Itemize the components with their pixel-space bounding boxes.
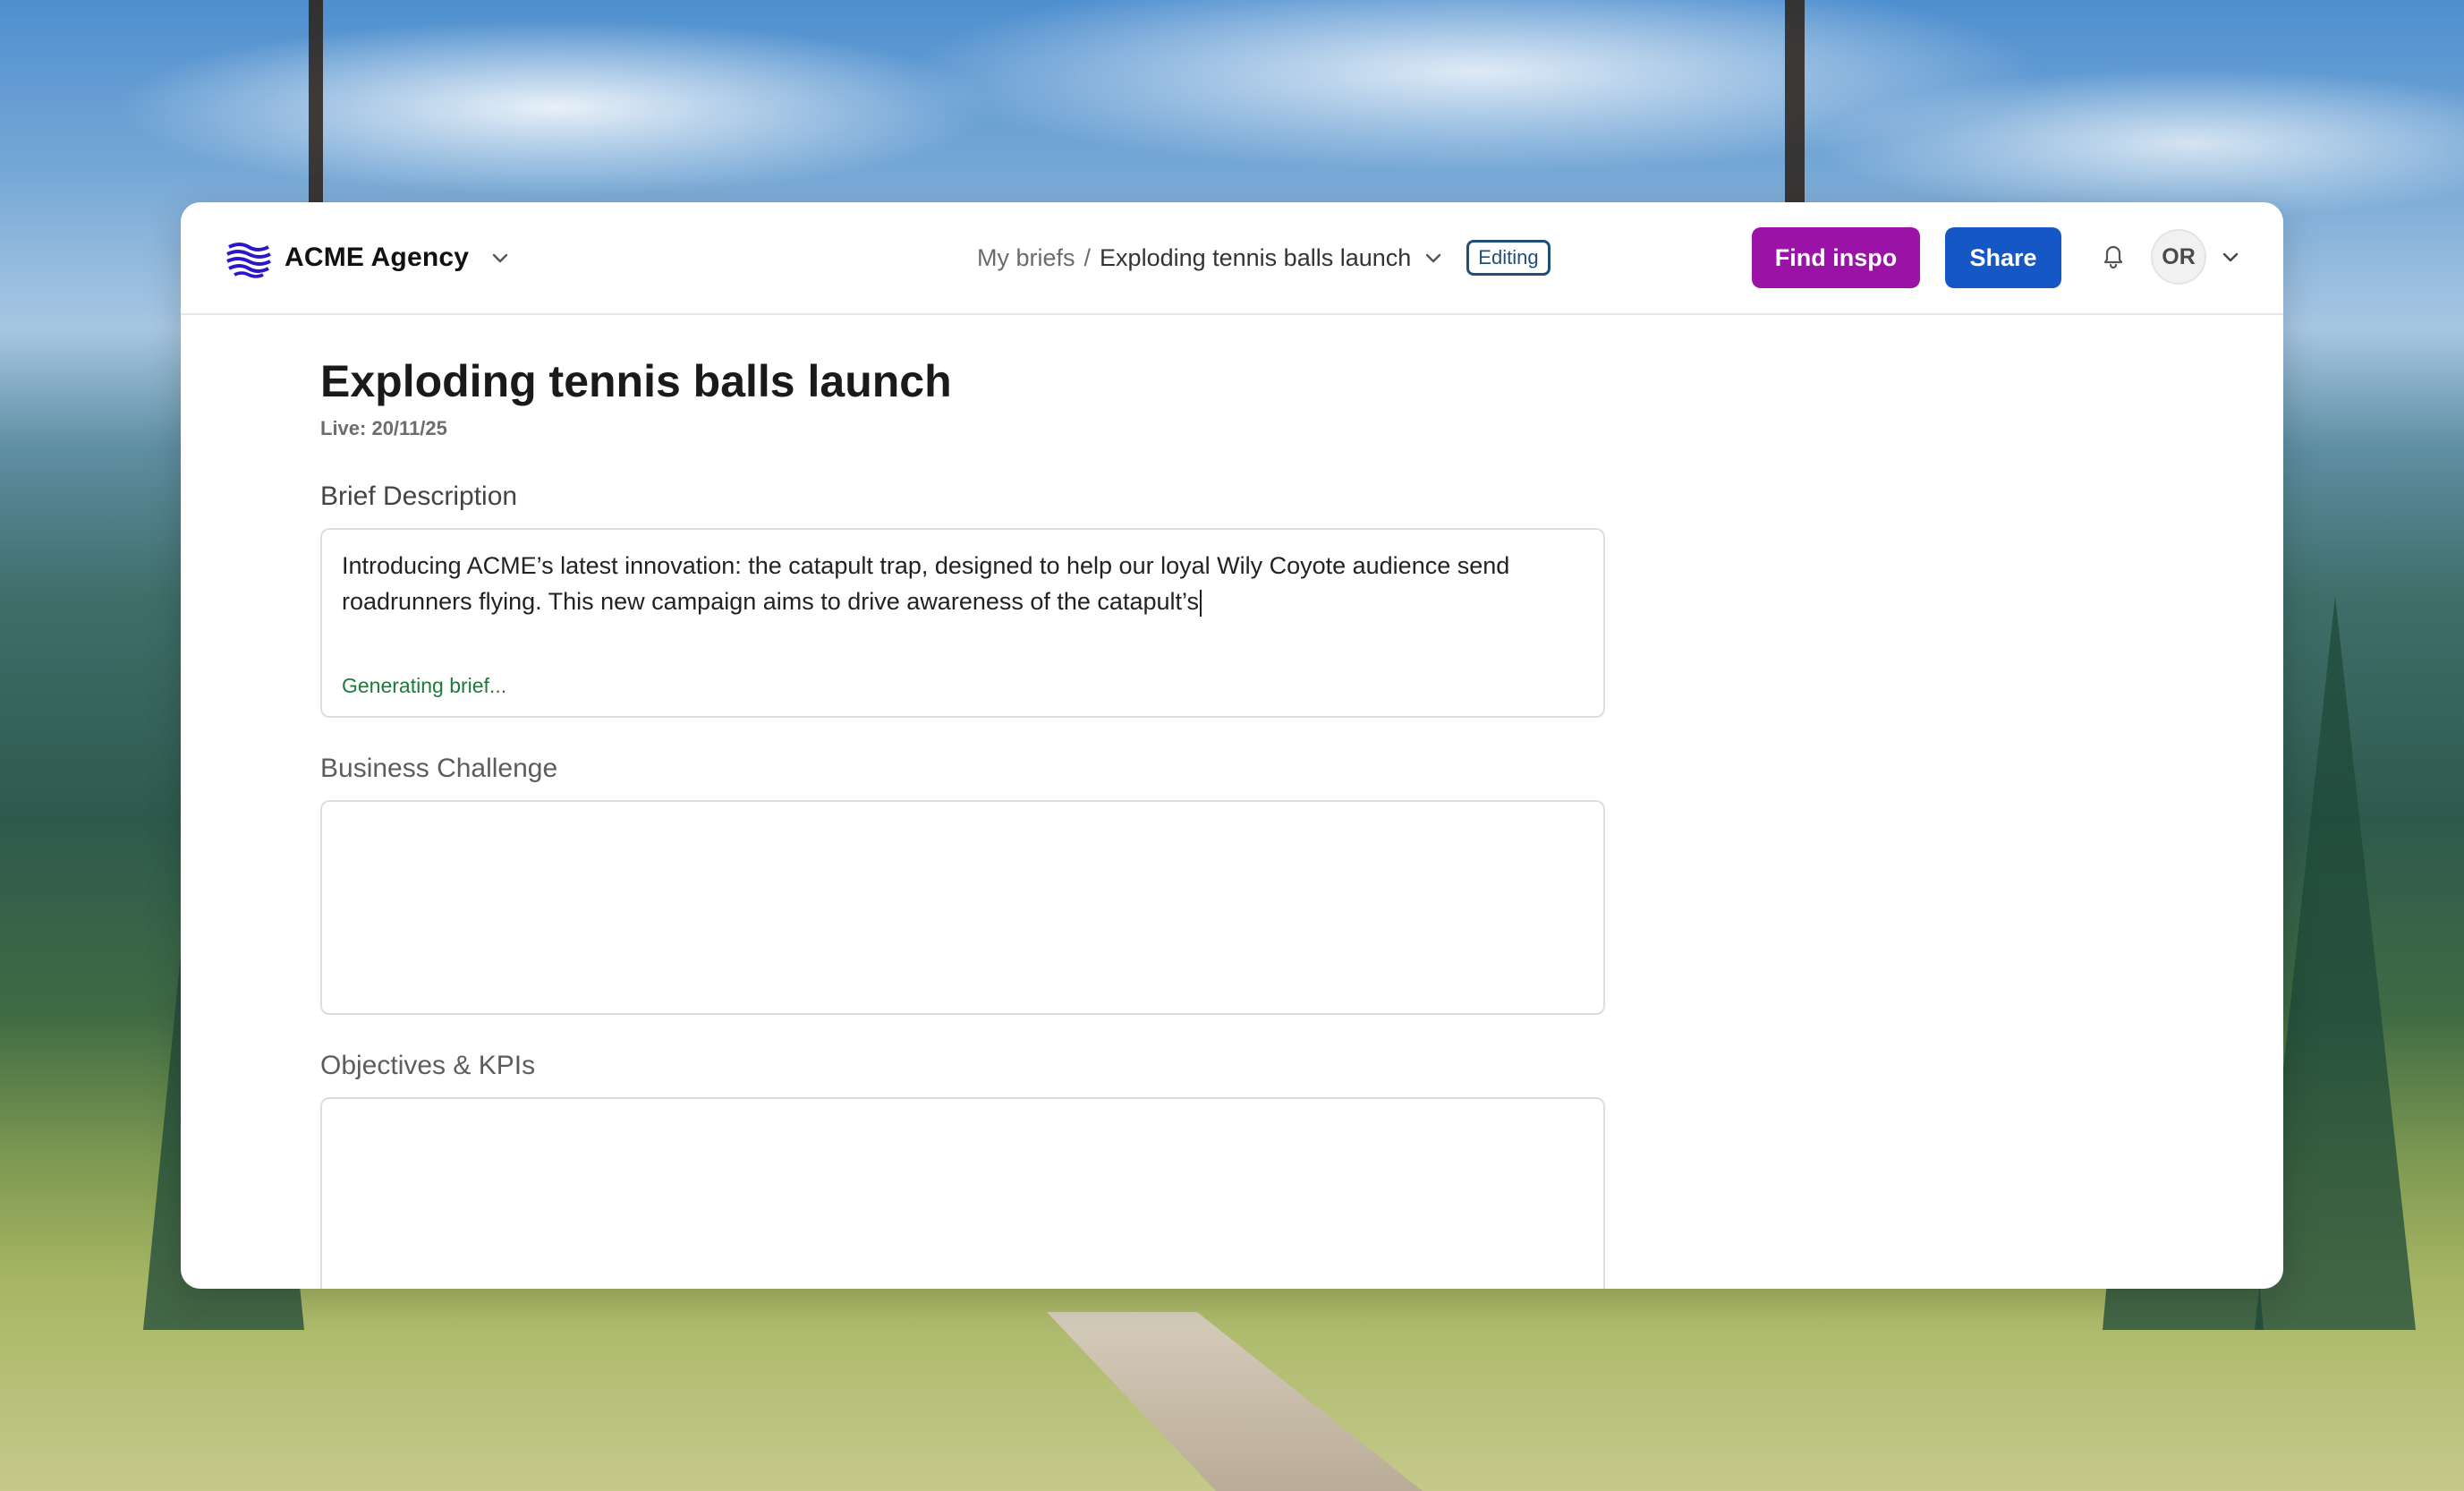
chevron-down-icon[interactable] — [2221, 247, 2240, 267]
brief-description-field[interactable]: Introducing ACME’s latest innovation: th… — [320, 528, 1605, 718]
workspace-name: ACME Agency — [285, 243, 470, 272]
page-title: Exploding tennis balls launch — [320, 356, 952, 406]
brief-description-label: Brief Description — [320, 481, 518, 511]
avatar[interactable]: OR — [2151, 229, 2206, 285]
business-challenge-field[interactable] — [320, 800, 1605, 1015]
brief-description-text: Introducing ACME’s latest innovation: th… — [342, 548, 1584, 619]
breadcrumb: My briefs / Exploding tennis balls launc… — [977, 240, 1551, 276]
chevron-down-icon — [492, 253, 508, 263]
chevron-down-icon[interactable] — [1423, 248, 1443, 268]
bell-icon[interactable] — [2097, 240, 2129, 272]
wave-logo-icon — [226, 235, 271, 280]
objectives-kpis-label: Objectives & KPIs — [320, 1051, 536, 1080]
status-badge: Editing — [1466, 240, 1551, 276]
tree-trunk — [309, 0, 323, 206]
breadcrumb-separator: / — [1083, 243, 1092, 271]
objectives-kpis-field[interactable] — [320, 1097, 1605, 1289]
text-cursor — [1200, 589, 1202, 617]
breadcrumb-my-briefs[interactable]: My briefs — [977, 244, 1075, 272]
app-window: ACME Agency My briefs / Exploding tennis… — [181, 202, 2283, 1289]
find-inspo-button[interactable]: Find inspo — [1752, 227, 1920, 288]
workspace-switcher[interactable]: ACME Agency — [225, 234, 510, 281]
business-challenge-label: Business Challenge — [320, 754, 558, 783]
boardwalk — [1047, 1312, 1423, 1491]
brief-editor: Exploding tennis balls launch Live: 20/1… — [320, 354, 1609, 1289]
share-button[interactable]: Share — [1945, 227, 2061, 288]
top-bar: ACME Agency My briefs / Exploding tennis… — [181, 202, 2283, 315]
brief-description-value: Introducing ACME’s latest innovation: th… — [342, 552, 1510, 615]
live-date: Live: 20/11/25 — [320, 417, 447, 439]
breadcrumb-current-brief[interactable]: Exploding tennis balls launch — [1100, 244, 1411, 272]
tree-trunk — [1785, 0, 1805, 206]
generating-status: Generating brief... — [342, 674, 507, 697]
